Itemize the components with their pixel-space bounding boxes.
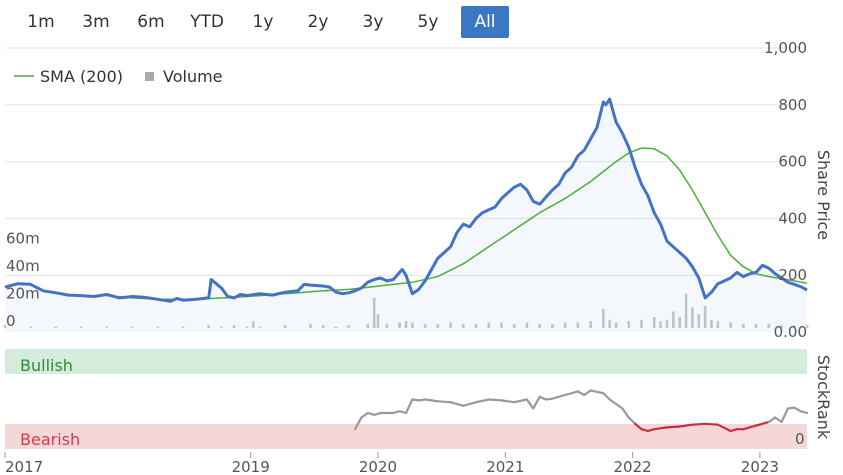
legend-sma-label[interactable]: SMA (200) (40, 67, 123, 86)
stockrank-segment (462, 401, 478, 407)
stockrank-segment (564, 390, 579, 397)
bullish-label: Bullish (20, 356, 73, 375)
price-tick-label: 200 (778, 266, 807, 284)
stockrank-segment (665, 425, 681, 429)
volume-tick-label: 20m (6, 285, 40, 303)
stockrank-segment (799, 410, 809, 415)
stockrank-segment (691, 422, 707, 426)
legend-volume-swatch (145, 72, 154, 81)
stockrank-segment (360, 411, 369, 419)
stockrank-segment (583, 389, 592, 397)
volume-tick-label: 40m (6, 257, 40, 275)
time-tick-label: 2020 (359, 458, 397, 475)
price-tick-label: 400 (778, 209, 807, 227)
stockrank-segment (513, 398, 529, 404)
stockrank-segment (589, 389, 605, 395)
time-axis-ticks: 2017 2019 2020 2021 2022 2023 (4, 452, 779, 475)
time-tick-label: 2023 (741, 458, 779, 475)
stockrank-segment (551, 393, 567, 400)
price-tick-label: 800 (778, 96, 807, 114)
chart-area: SMA (200) Volume 0.00 200 400 600 800 1,000 0… (3, 39, 833, 475)
price-tick-label: 1,000 (764, 39, 807, 57)
stockrank-segment (621, 407, 630, 419)
stockrank-segment (474, 398, 490, 404)
legend[interactable]: SMA (200) Volume (14, 67, 223, 86)
stockrank-segment (602, 392, 611, 401)
stockrank-segment (500, 399, 516, 404)
bearish-label: Bearish (20, 430, 80, 449)
stockrank-axis-title: StockRank (814, 355, 833, 440)
bearish-band (5, 424, 807, 449)
price-tick-label: 600 (778, 153, 807, 171)
volume-tick-label: 0 (6, 312, 16, 330)
stockrank-tick-zero: 0 (795, 430, 805, 448)
stockrank-segment (627, 416, 637, 425)
stockrank-segment (774, 416, 783, 424)
time-tick-label: 2019 (232, 458, 270, 475)
time-tick-label: 2021 (486, 458, 524, 475)
stockrank-segment (532, 395, 541, 410)
volume-tick-label: 60m (6, 230, 40, 248)
price-tick-label: 0.00 (774, 323, 807, 341)
stockrank-segment (780, 407, 790, 424)
stockrank-segment (525, 398, 535, 410)
stockrank-segment (487, 398, 503, 402)
stockrank-segment (704, 422, 719, 426)
stockrank-segment (449, 401, 465, 407)
time-tick-label: 2022 (614, 458, 652, 475)
bullish-band (5, 349, 807, 374)
legend-volume-label[interactable]: Volume (163, 67, 223, 86)
stockrank-segment (404, 398, 414, 415)
price-grid (5, 47, 807, 276)
time-tick-label: 2017 (5, 458, 43, 475)
stockrank-segment (767, 416, 777, 424)
stockrank-segment (436, 400, 452, 404)
stockrank-segment (608, 398, 618, 406)
stockrank-segment (614, 402, 624, 410)
price-axis-title: Share Price (814, 150, 833, 240)
